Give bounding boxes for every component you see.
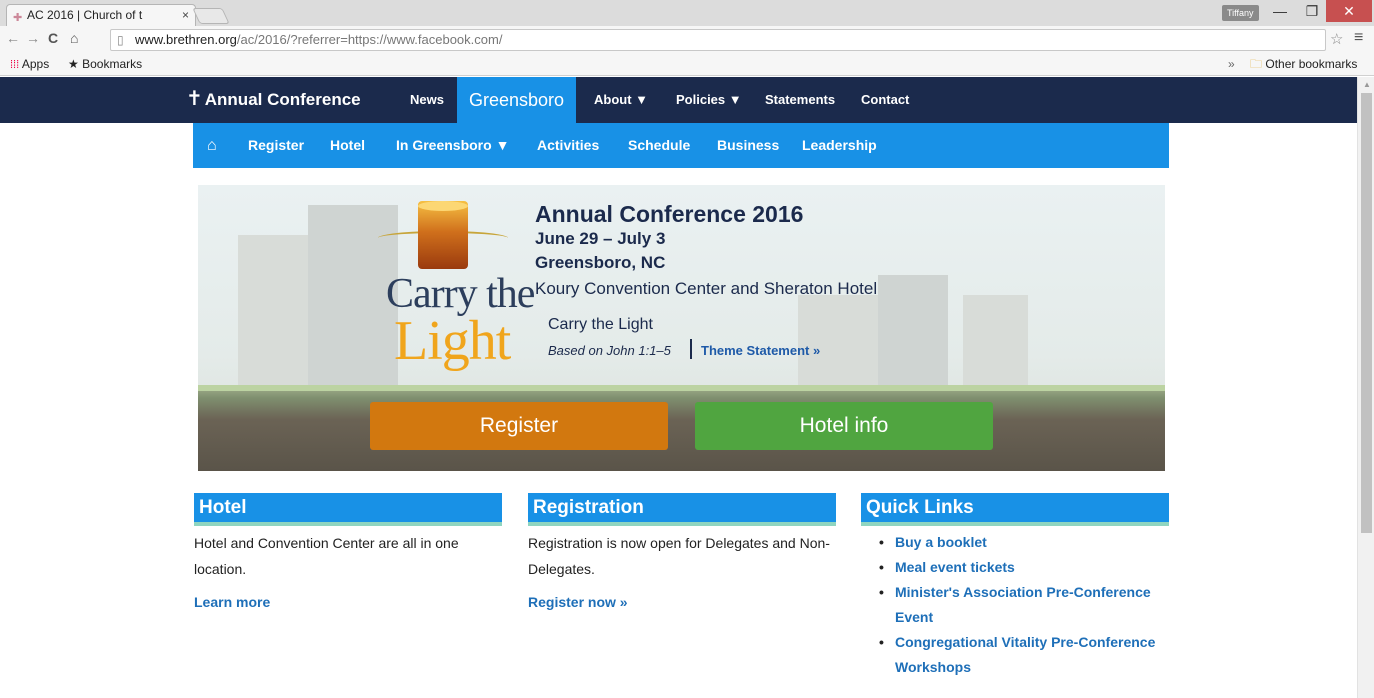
folder-icon: 🗀	[1250, 57, 1263, 71]
register-button[interactable]: Register	[370, 402, 668, 450]
skyline-building	[878, 275, 948, 385]
bookmark-bookmarks[interactable]: ★ Bookmarks	[68, 54, 142, 74]
new-tab-button[interactable]	[192, 8, 230, 24]
nav-greensboro[interactable]: Greensboro	[457, 77, 577, 123]
tab-close-icon[interactable]: ×	[182, 5, 189, 25]
theme-scripture: Based on John 1:1–5	[548, 343, 671, 358]
subnav-schedule[interactable]: Schedule	[628, 123, 690, 168]
home-page-icon[interactable]: ⌂	[70, 30, 78, 46]
subnav-business[interactable]: Business	[717, 123, 779, 168]
platform-roof	[198, 385, 1165, 391]
page-viewport: ✝ Annual Conference News Greensboro About…	[0, 77, 1374, 698]
registration-section: Registration Registration is now open fo…	[528, 493, 836, 610]
bookmark-apps-label: Apps	[21, 57, 50, 71]
nav-statements[interactable]: Statements	[765, 77, 835, 123]
bookmark-star-icon[interactable]: ☆	[1330, 30, 1343, 48]
hotel-text: Hotel and Convention Center are all in o…	[194, 535, 459, 577]
quick-link-label: Meal event tickets	[895, 559, 1015, 575]
url-host: www.brethren.org	[135, 32, 237, 47]
minimize-icon[interactable]: —	[1262, 0, 1298, 22]
chrome-menu-icon[interactable]: ≡	[1354, 29, 1363, 47]
registration-heading: Registration	[528, 493, 836, 526]
conference-venue: Koury Convention Center and Sheraton Hot…	[535, 279, 878, 298]
back-icon[interactable]: ←	[6, 30, 20, 46]
quick-link-label: Minister's Association Pre-Conference Ev…	[895, 584, 1151, 625]
maximize-icon[interactable]: ❐	[1294, 0, 1330, 22]
bullet: •	[879, 634, 884, 650]
apps-grid-icon: ⁞⁞⁞	[10, 59, 20, 71]
conference-dates: June 29 – July 3	[535, 229, 666, 248]
quick-links-heading: Quick Links	[861, 493, 1169, 526]
theme-logo-light: Light	[394, 310, 511, 372]
subnav-activities[interactable]: Activities	[537, 123, 599, 168]
window-close-icon[interactable]: ✕	[1326, 0, 1372, 22]
skyline-building	[963, 295, 1028, 385]
forward-icon[interactable]: →	[26, 30, 40, 46]
subnav-in-greensboro[interactable]: In Greensboro ▼	[396, 123, 509, 168]
hotel-info-button[interactable]: Hotel info	[695, 402, 993, 450]
browser-toolbar: ← → C ⌂ ▯ www.brethren.org/ac/2016/?refe…	[0, 26, 1374, 54]
hotel-heading: Hotel	[194, 493, 502, 526]
page-icon: ▯	[117, 33, 124, 47]
quick-link-item[interactable]: • Congregational Vitality Pre-Conference …	[861, 630, 1169, 680]
skyline-building	[798, 295, 878, 385]
registration-text: Registration is now open for Delegates a…	[528, 535, 830, 577]
bookmarks-overflow[interactable]: »	[1228, 54, 1235, 74]
profile-badge[interactable]: Tiffany	[1222, 5, 1259, 21]
site-sub-nav: ⌂ Register Hotel In Greensboro ▼ Activit…	[193, 123, 1169, 168]
theme-name: Carry the Light	[548, 316, 653, 333]
learn-more-link[interactable]: Learn more	[194, 594, 502, 610]
nav-news[interactable]: News	[410, 77, 444, 123]
skyline-building	[238, 235, 308, 385]
quick-link-item[interactable]: • Minister's Association Pre-Conference E…	[861, 580, 1169, 630]
theme-logo-carry: Carry the	[386, 271, 535, 317]
site-logo-text: Annual Conference	[204, 90, 361, 109]
tab-title: AC 2016 | Church of t	[27, 8, 143, 22]
browser-titlebar: ✚ AC 2016 | Church of t × Tiffany — ❐ ✕	[0, 0, 1374, 26]
nav-policies[interactable]: Policies ▼	[676, 77, 742, 123]
candle-icon	[418, 201, 468, 269]
quick-link-item[interactable]: • Buy a booklet	[861, 530, 1169, 555]
separator	[690, 339, 692, 359]
register-now-link[interactable]: Register now »	[528, 594, 836, 610]
cross-logo-icon: ✝	[186, 88, 203, 110]
quick-link-label: Congregational Vitality Pre-Conference W…	[895, 634, 1156, 675]
subnav-hotel[interactable]: Hotel	[330, 123, 365, 168]
skyline-building	[308, 205, 398, 385]
bullet: •	[879, 534, 884, 550]
site-top-nav: ✝ Annual Conference News Greensboro About…	[0, 77, 1357, 123]
quick-links-section: Quick Links • Buy a booklet • Meal event t…	[861, 493, 1169, 680]
reload-icon[interactable]: C	[48, 30, 58, 46]
bookmark-other-label: Other bookmarks	[1265, 57, 1358, 71]
bookmark-bookmarks-label: Bookmarks	[82, 57, 143, 71]
conference-city: Greensboro, NC	[535, 253, 666, 272]
quick-link-item[interactable]: • Meal event tickets	[861, 555, 1169, 580]
scroll-up-icon[interactable]: ▲	[1363, 80, 1371, 89]
bookmark-other[interactable]: 🗀 Other bookmarks	[1250, 54, 1357, 74]
bookmarks-bar: ⁞⁞⁞ Apps ★ Bookmarks » 🗀 Other bookmarks	[0, 54, 1374, 76]
train-station-photo	[198, 385, 1165, 471]
nav-about[interactable]: About ▼	[594, 77, 648, 123]
bookmark-apps[interactable]: ⁞⁞⁞ Apps	[10, 54, 49, 75]
browser-tab[interactable]: ✚ AC 2016 | Church of t ×	[6, 4, 196, 26]
subnav-register[interactable]: Register	[248, 123, 304, 168]
address-bar[interactable]: ▯ www.brethren.org/ac/2016/?referrer=htt…	[110, 29, 1326, 51]
subnav-leadership[interactable]: Leadership	[802, 123, 877, 168]
nav-contact[interactable]: Contact	[861, 77, 909, 123]
hero-banner: Carry the Light Annual Conference 2016 J…	[198, 185, 1165, 471]
quick-links-list: • Buy a booklet • Meal event tickets • Mini…	[861, 530, 1169, 680]
theme-statement-link[interactable]: Theme Statement »	[701, 343, 820, 358]
hotel-section: Hotel Hotel and Convention Center are al…	[194, 493, 502, 610]
home-icon[interactable]: ⌂	[207, 123, 217, 168]
quick-link-label: Buy a booklet	[895, 534, 987, 550]
conference-title: Annual Conference 2016	[535, 201, 804, 227]
url-path: /ac/2016/?referrer=https://www.facebook.…	[236, 32, 503, 47]
site-favicon-icon: ✚	[13, 12, 23, 24]
page-scrollbar[interactable]: ▲	[1357, 77, 1374, 698]
bullet: •	[879, 584, 884, 600]
site-logo[interactable]: ✝ Annual Conference	[186, 85, 361, 114]
bullet: •	[879, 559, 884, 575]
scrollbar-thumb[interactable]	[1361, 93, 1372, 533]
star-icon: ★	[68, 57, 79, 71]
